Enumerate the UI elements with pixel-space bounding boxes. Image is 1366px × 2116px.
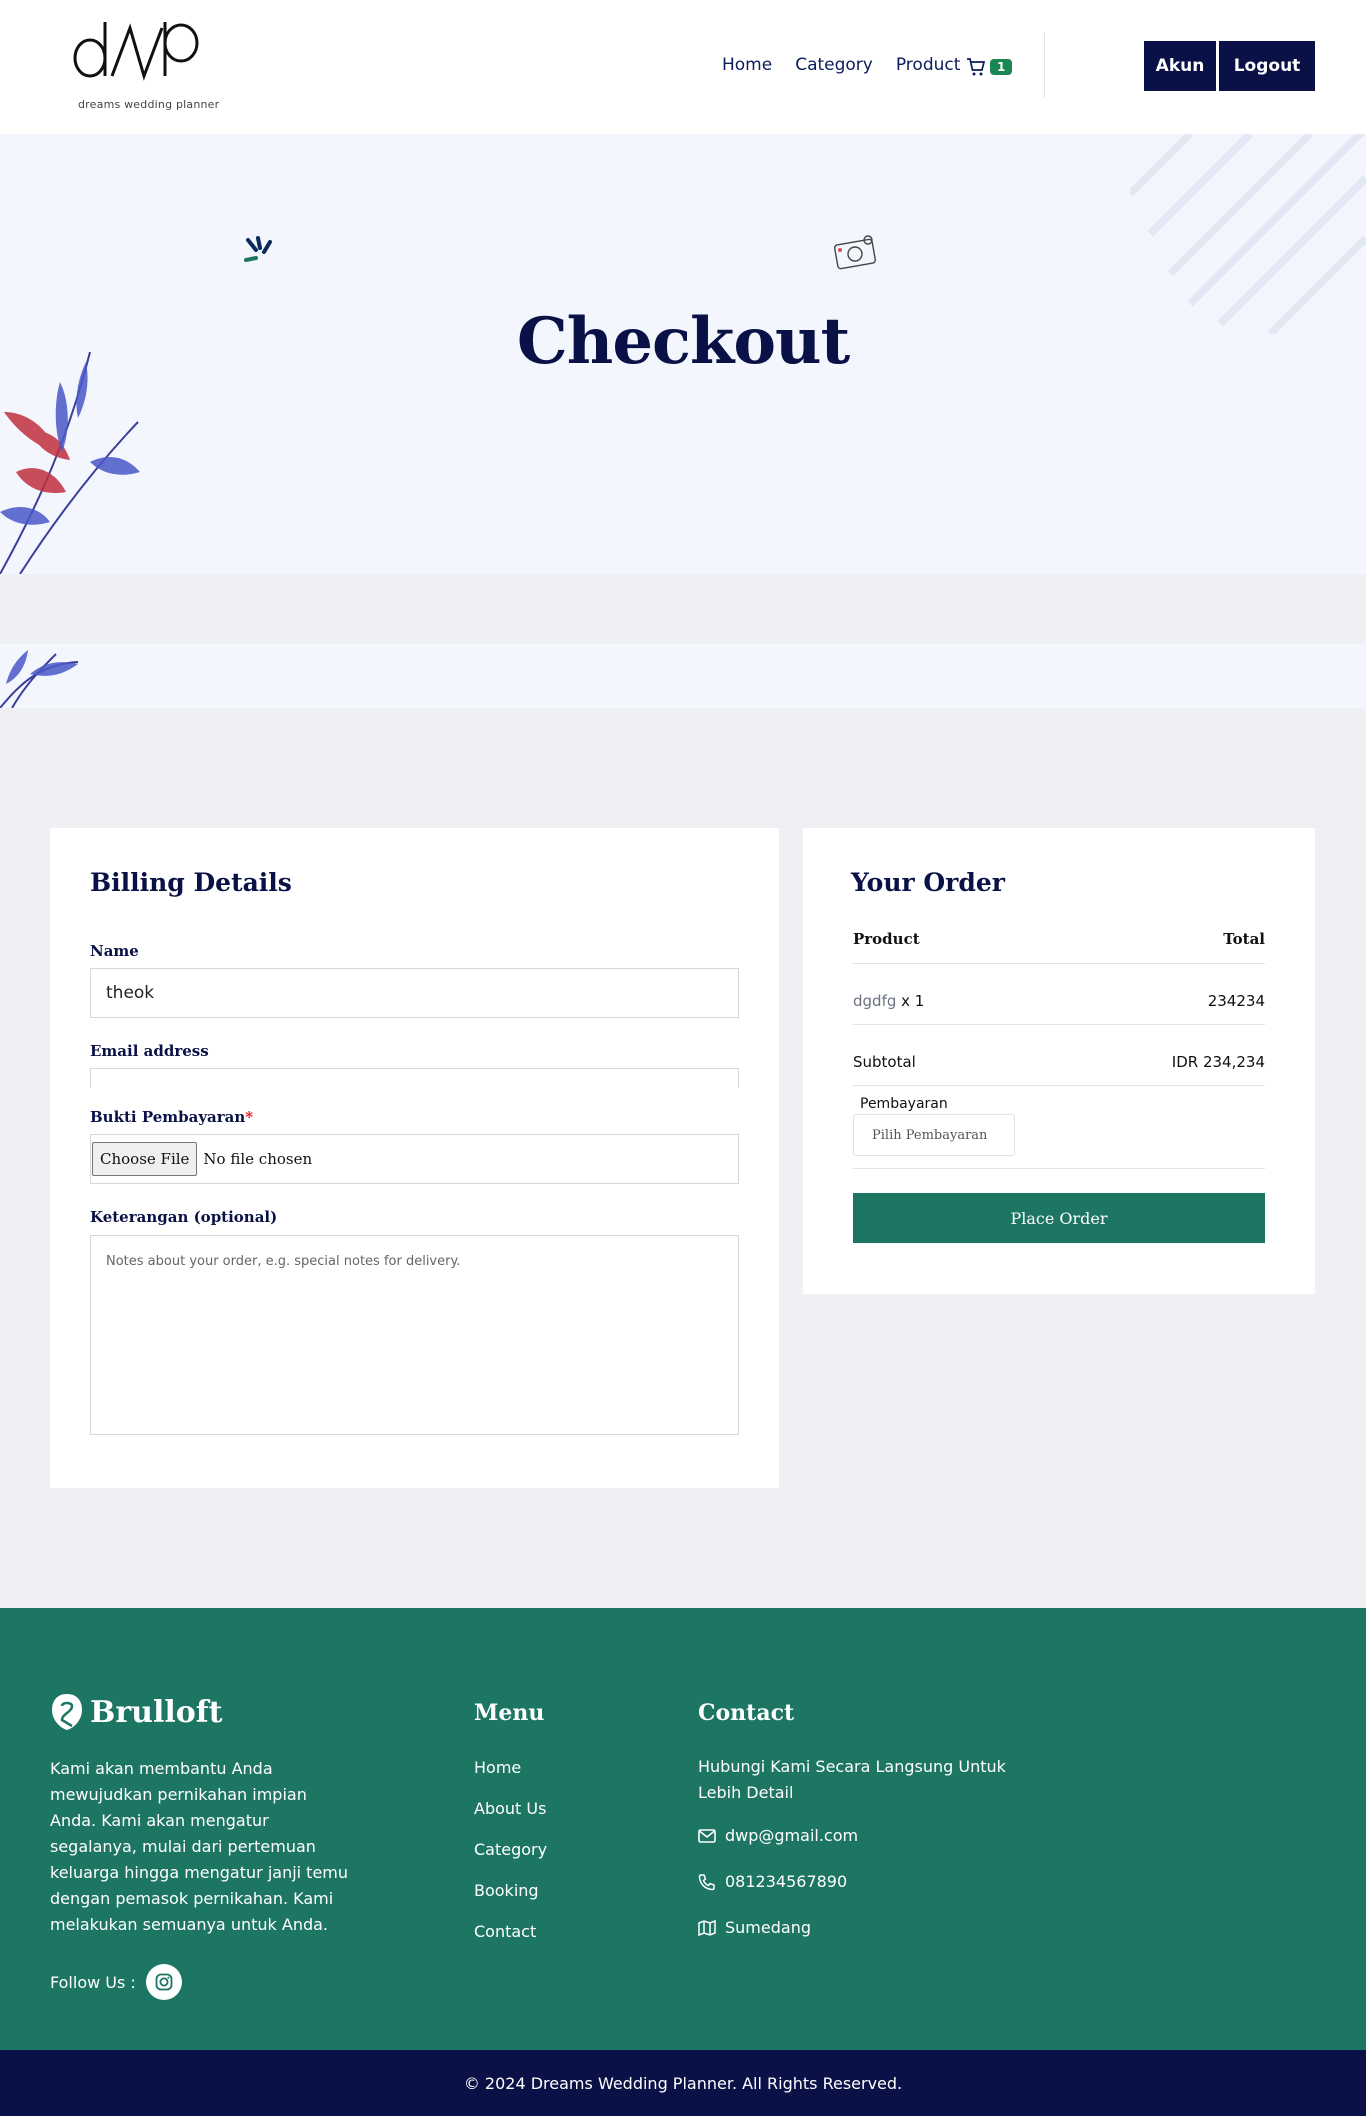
item-qty: x 1 bbox=[901, 992, 925, 1010]
item-name: dgdfg bbox=[853, 992, 897, 1010]
payment-label: Pembayaran bbox=[860, 1096, 948, 1112]
footer-link-category[interactable]: Category bbox=[474, 1840, 547, 1881]
footer-link-contact[interactable]: Contact bbox=[474, 1922, 547, 1963]
navbar: dreams wedding planner Home Category Pro… bbox=[0, 0, 1366, 134]
brulloft-logo-icon bbox=[52, 1694, 82, 1730]
nav-category[interactable]: Category bbox=[795, 55, 873, 75]
order-summary-card: Your Order Product Total dgdfg x 1 23423… bbox=[803, 828, 1315, 1294]
name-label: Name bbox=[90, 942, 139, 960]
name-field[interactable]: theok bbox=[90, 968, 739, 1018]
page-hero: Checkout bbox=[0, 134, 1366, 574]
nav-product[interactable]: Product bbox=[896, 55, 961, 75]
footer-brand-name: Brulloft bbox=[90, 1694, 223, 1730]
cart-count-badge: 1 bbox=[990, 59, 1013, 75]
follow-label: Follow Us : bbox=[50, 1972, 136, 1992]
divider bbox=[853, 963, 1265, 964]
leaf-decoration bbox=[0, 650, 79, 708]
phone-icon bbox=[698, 1873, 715, 1890]
billing-title: Billing Details bbox=[90, 868, 292, 897]
camera-decoration bbox=[833, 235, 877, 270]
contact-email-text: dwp@gmail.com bbox=[725, 1826, 859, 1845]
name-value: theok bbox=[106, 983, 155, 1003]
divider bbox=[853, 1024, 1265, 1025]
payment-select[interactable]: Pilih Pembayaran bbox=[853, 1114, 1015, 1156]
proof-file-input[interactable]: Choose File No file chosen bbox=[90, 1134, 739, 1184]
akun-button[interactable]: Akun bbox=[1144, 41, 1222, 97]
order-title: Your Order bbox=[851, 868, 1005, 897]
contact-text: Hubungi Kami Secara Langsung Untuk Lebih… bbox=[698, 1757, 1006, 1802]
order-table-header: Product Total bbox=[853, 930, 1265, 948]
proof-label-text: Bukti Pembayaran bbox=[90, 1108, 246, 1126]
footer-link-about[interactable]: About Us bbox=[474, 1799, 547, 1840]
nav-home[interactable]: Home bbox=[722, 55, 772, 75]
nav-divider bbox=[1044, 32, 1045, 98]
notes-textarea[interactable]: Notes about your order, e.g. special not… bbox=[90, 1235, 739, 1435]
col-total: Total bbox=[1223, 930, 1265, 948]
subtotal-label: Subtotal bbox=[853, 1053, 916, 1071]
proof-label: Bukti Pembayaran* bbox=[90, 1108, 253, 1126]
file-status: No file chosen bbox=[203, 1150, 313, 1168]
footer-menu: Home About Us Category Booking Contact bbox=[474, 1758, 547, 1963]
email-label: Email address bbox=[90, 1042, 209, 1060]
notes-placeholder: Notes about your order, e.g. special not… bbox=[106, 1254, 461, 1269]
footer-about: Kami akan membantu Anda mewujudkan perni… bbox=[50, 1759, 349, 1934]
contact-phone[interactable]: 081234567890 bbox=[698, 1872, 847, 1891]
footer-link-booking[interactable]: Booking bbox=[474, 1881, 547, 1922]
copyright-bar: © 2024 Dreams Wedding Planner. All Right… bbox=[0, 2050, 1366, 2116]
notes-label: Keterangan (optional) bbox=[90, 1208, 278, 1226]
contact-email[interactable]: dwp@gmail.com bbox=[698, 1826, 858, 1845]
sparkle-decoration bbox=[244, 236, 272, 262]
menu-heading: Menu bbox=[474, 1700, 545, 1726]
subtotal-value: IDR 234,234 bbox=[1171, 1053, 1265, 1071]
place-order-button[interactable]: Place Order bbox=[853, 1193, 1265, 1243]
footer-link-home[interactable]: Home bbox=[474, 1758, 547, 1799]
cart-icon bbox=[967, 58, 986, 76]
logo-tagline: dreams wedding planner bbox=[78, 98, 220, 111]
decorative-band bbox=[0, 644, 1366, 708]
contact-phone-text: 081234567890 bbox=[725, 1872, 848, 1891]
instagram-button[interactable] bbox=[145, 1964, 182, 2000]
logout-button[interactable]: Logout bbox=[1219, 41, 1321, 97]
payment-placeholder: Pilih Pembayaran bbox=[872, 1127, 988, 1143]
billing-details-card: Billing Details Name theok Email address… bbox=[50, 828, 779, 1488]
contact-heading: Contact bbox=[698, 1700, 795, 1726]
item-cell: dgdfg x 1 bbox=[853, 992, 924, 1010]
map-icon bbox=[698, 1919, 716, 1936]
item-total: 234234 bbox=[1207, 992, 1265, 1010]
subtotal-row: Subtotal IDR 234,234 bbox=[853, 1053, 1265, 1071]
choose-file-button[interactable]: Choose File bbox=[92, 1142, 198, 1176]
instagram-icon bbox=[155, 1973, 173, 1991]
col-product: Product bbox=[853, 930, 920, 948]
contact-location[interactable]: Sumedang bbox=[698, 1918, 811, 1937]
contact-location-text: Sumedang bbox=[725, 1918, 811, 1937]
footer-brand[interactable]: Brulloft bbox=[50, 1692, 223, 1732]
divider bbox=[853, 1085, 1265, 1086]
divider bbox=[853, 1168, 1265, 1169]
cart-link[interactable]: 1 bbox=[966, 57, 1013, 77]
email-icon bbox=[698, 1828, 716, 1843]
order-item-row: dgdfg x 1 234234 bbox=[853, 992, 1265, 1010]
footer: Brulloft Kami akan membantu Anda mewujud… bbox=[0, 1608, 1366, 2050]
page-title: Checkout bbox=[516, 304, 850, 379]
follow-us: Follow Us : bbox=[50, 1964, 182, 2000]
copyright-text: © 2024 Dreams Wedding Planner. All Right… bbox=[463, 2073, 903, 2093]
required-mark: * bbox=[245, 1108, 254, 1126]
email-field[interactable] bbox=[90, 1068, 739, 1088]
main-nav: Home Category Product bbox=[722, 55, 983, 75]
